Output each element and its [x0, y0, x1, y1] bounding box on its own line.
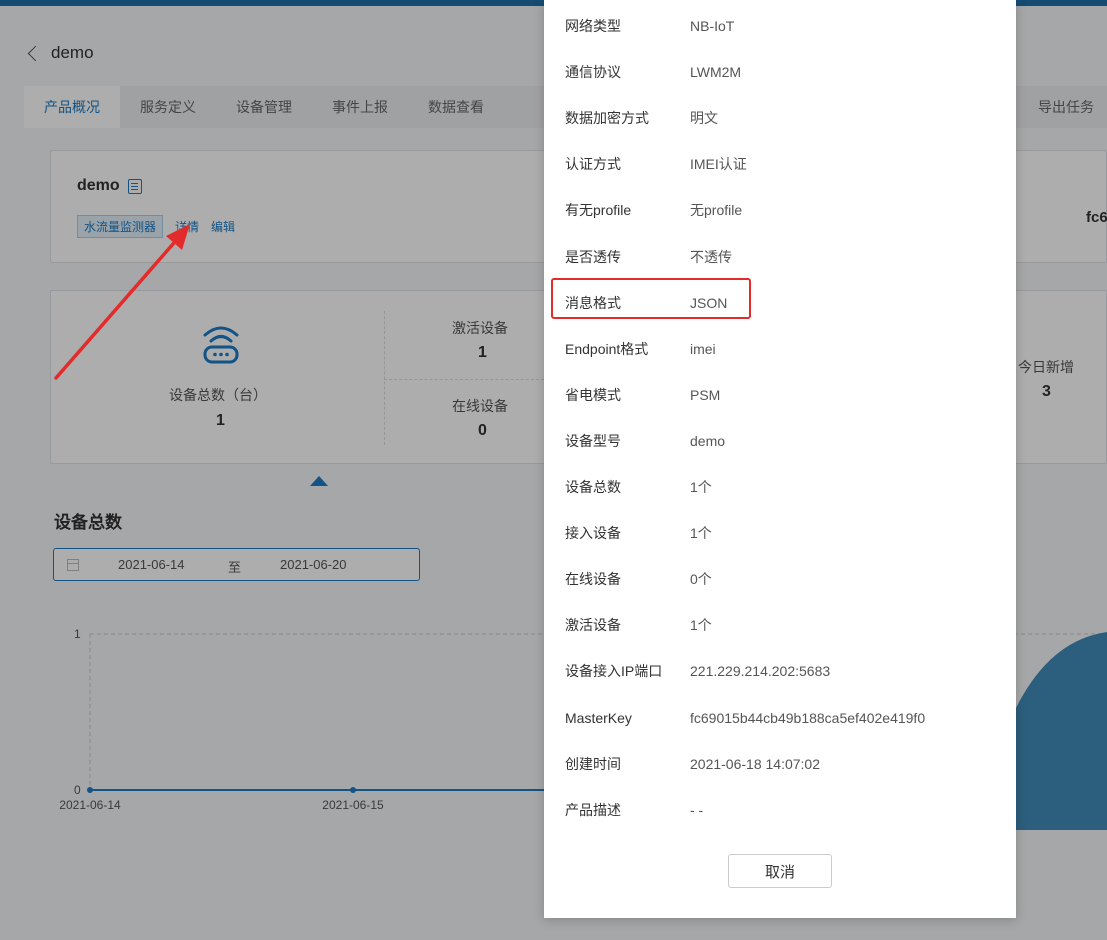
detail-row: 设备接入IP端口 221.229.214.202:5683 — [565, 661, 830, 681]
detail-row: 产品描述 - - — [565, 800, 703, 820]
detail-value: imei — [690, 340, 716, 357]
detail-value: fc69015b44cb49b188ca5ef402e419f0 — [690, 709, 926, 726]
detail-row: Endpoint格式 imei — [565, 339, 716, 359]
detail-key: Endpoint格式 — [565, 340, 649, 357]
detail-value: PSM — [690, 386, 721, 403]
detail-row: 是否透传 不透传 — [565, 247, 732, 267]
detail-key: 认证方式 — [565, 156, 621, 173]
detail-row: 认证方式 IMEI认证 — [565, 154, 747, 174]
detail-key: 接入设备 — [565, 525, 621, 542]
detail-row: 在线设备 0个 — [565, 569, 712, 589]
detail-value: demo — [690, 432, 726, 449]
detail-key: 激活设备 — [565, 617, 621, 634]
detail-value: - - — [690, 801, 704, 818]
detail-key: MasterKey — [565, 709, 632, 726]
detail-key: 有无profile — [565, 202, 632, 219]
detail-value: 0个 — [690, 571, 712, 588]
detail-row: 激活设备 1个 — [565, 615, 712, 635]
detail-value: 不透传 — [690, 248, 732, 265]
detail-key: 产品描述 — [565, 801, 621, 818]
detail-key: 设备接入IP端口 — [565, 663, 663, 680]
detail-row: 接入设备 1个 — [565, 523, 712, 543]
product-detail-dialog: 网络类型 NB-IoT 通信协议 LWM2M 数据加密方式 明文认证方式 IMEI认证有无p… — [544, 0, 1016, 918]
detail-row: 有无profile 无profile — [565, 200, 742, 220]
detail-key: 网络类型 — [565, 18, 621, 34]
detail-row: 省电模式 PSM — [565, 385, 720, 405]
detail-key: 设备总数 — [565, 479, 621, 495]
detail-row: 设备总数 1个 — [565, 477, 712, 497]
detail-value: 1个 — [690, 525, 712, 542]
detail-value: 221.229.214.202:5683 — [690, 663, 831, 680]
detail-key: 设备型号 — [565, 432, 621, 449]
detail-key: 是否透传 — [565, 248, 621, 265]
detail-key: 创建时间 — [565, 755, 621, 772]
detail-row: MasterKey fc69015b44cb49b188ca5ef402e419f… — [565, 708, 925, 728]
detail-value: 无profile — [690, 202, 743, 219]
detail-value: 明文 — [690, 110, 718, 127]
detail-row: 创建时间 2021-06-18 14:07:02 — [565, 754, 820, 774]
red-highlight-box — [551, 278, 751, 319]
detail-key: 数据加密方式 — [565, 110, 649, 127]
detail-key: 在线设备 — [565, 571, 621, 588]
detail-value: NB-IoT — [690, 18, 735, 34]
detail-value: IMEI认证 — [690, 156, 747, 173]
detail-row: 设备型号 demo — [565, 431, 725, 451]
detail-row: 通信协议 LWM2M — [565, 62, 741, 82]
detail-value: 2021-06-18 14:07:02 — [690, 755, 820, 772]
detail-key: 通信协议 — [565, 64, 621, 81]
detail-value: 1个 — [690, 617, 712, 634]
cancel-button[interactable]: 取消 — [728, 854, 832, 888]
detail-row: 数据加密方式 明文 — [565, 108, 718, 128]
detail-value: 1个 — [690, 479, 712, 495]
detail-value: LWM2M — [690, 64, 742, 81]
detail-row: 网络类型 NB-IoT — [565, 16, 734, 36]
detail-key: 省电模式 — [565, 386, 621, 403]
